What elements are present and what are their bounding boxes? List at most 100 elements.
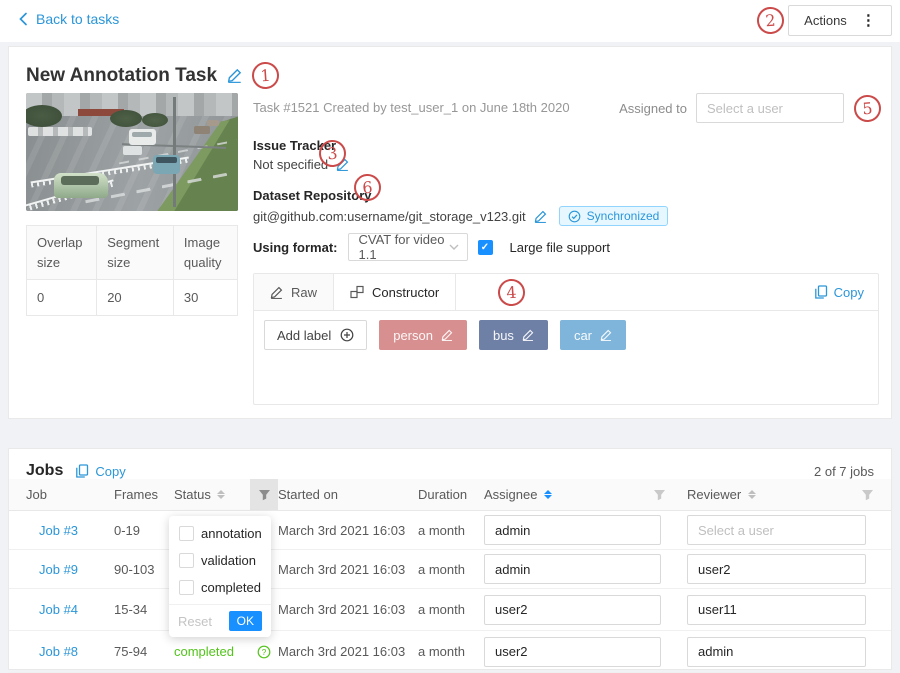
param-header-quality: Image quality <box>173 226 237 280</box>
edit-label-icon[interactable] <box>522 329 534 341</box>
status-filter-button[interactable] <box>250 479 278 510</box>
back-to-tasks-link[interactable]: Back to tasks <box>18 11 119 27</box>
assignee-input[interactable] <box>484 595 661 625</box>
col-assignee[interactable]: Assignee <box>484 487 679 502</box>
filter-option-completed[interactable]: completed <box>169 574 271 601</box>
status-completed: completed <box>174 644 234 659</box>
col-frames: Frames <box>114 487 174 502</box>
jobs-title: Jobs <box>26 462 63 480</box>
reviewer-input[interactable] <box>687 554 866 584</box>
filter-footer: Reset OK <box>169 604 271 637</box>
status-cell: completed <box>174 644 250 659</box>
dataset-repo-row: git@github.com:username/git_storage_v123… <box>253 206 668 226</box>
tab-raw[interactable]: Raw <box>254 274 334 310</box>
job-row-2: Job #9 90-103 March 3rd 2021 16:03 a mon… <box>9 550 891 589</box>
filter-option-annotation[interactable]: annotation <box>169 520 271 547</box>
col-duration: Duration <box>418 487 484 502</box>
pencil-icon <box>270 286 283 299</box>
status-info-icon[interactable]: ? <box>250 631 278 672</box>
task-preview-image <box>26 93 238 211</box>
filter-reset-button[interactable]: Reset <box>178 614 212 629</box>
col-reviewer[interactable]: Reviewer <box>687 487 891 502</box>
sync-status-badge: Synchronized <box>559 206 669 226</box>
reviewer-filter-icon[interactable] <box>861 489 874 501</box>
assignee-select-input[interactable] <box>696 93 844 123</box>
assigned-to-label: Assigned to <box>619 101 687 116</box>
add-label-button[interactable]: Add label <box>264 320 367 350</box>
add-label-text: Add label <box>277 328 331 343</box>
frames-cell: 0-19 <box>114 523 174 538</box>
tab-constructor[interactable]: Constructor <box>334 274 456 310</box>
param-value-overlap: 0 <box>27 280 97 316</box>
back-chevron-icon <box>18 12 28 26</box>
top-bar: Back to tasks 2 Actions ⋮ <box>0 0 900 42</box>
validation-checkbox[interactable] <box>179 553 194 568</box>
completed-checkbox[interactable] <box>179 580 194 595</box>
svg-text:?: ? <box>262 647 267 657</box>
status-text: completed <box>174 644 234 659</box>
job-link[interactable]: Job #8 <box>9 644 114 659</box>
label-chip-bus[interactable]: bus <box>479 320 548 350</box>
using-format-label: Using format: <box>253 240 338 255</box>
actions-label: Actions <box>804 13 847 28</box>
copy-icon <box>814 285 828 299</box>
job-row-1: Job #3 0-19 March 3rd 2021 16:03 a month <box>9 511 891 550</box>
param-header-segment: Segment size <box>97 226 174 280</box>
filter-option-validation[interactable]: validation <box>169 547 271 574</box>
started-cell: March 3rd 2021 16:03 <box>278 602 418 617</box>
labels-row: Add label person bus car <box>254 311 878 359</box>
assignee-sorter-icon[interactable] <box>544 490 552 499</box>
labels-editor: Raw Constructor 4 Copy Add label <box>253 273 879 405</box>
edit-label-icon[interactable] <box>441 329 453 341</box>
param-value-segment: 20 <box>97 280 174 316</box>
reviewer-input[interactable] <box>687 595 866 625</box>
completed-label: completed <box>201 580 261 595</box>
job-link[interactable]: Job #4 <box>9 602 114 617</box>
reviewer-input[interactable] <box>687 637 866 667</box>
annotation-checkbox[interactable] <box>179 526 194 541</box>
large-file-label: Large file support <box>510 240 610 255</box>
back-label: Back to tasks <box>36 11 119 27</box>
duration-cell: a month <box>418 644 484 659</box>
task-params-table: Overlap size Segment size Image quality … <box>26 225 238 316</box>
col-status[interactable]: Status <box>174 487 250 502</box>
label-person-name: person <box>393 328 433 343</box>
edit-repo-icon[interactable] <box>534 210 547 223</box>
status-sorter-icon[interactable] <box>217 490 225 499</box>
sync-status-text: Synchronized <box>587 209 660 223</box>
annotation-marker-5: 5 <box>853 94 882 123</box>
reviewer-input[interactable] <box>687 515 866 545</box>
edit-title-icon[interactable] <box>227 68 242 83</box>
blocks-icon <box>350 285 364 299</box>
actions-button[interactable]: Actions ⋮ <box>788 5 892 36</box>
job-link[interactable]: Job #9 <box>9 562 114 577</box>
job-link[interactable]: Job #3 <box>9 523 114 538</box>
tab-raw-label: Raw <box>291 285 317 300</box>
job-row-4: Job #8 75-94 completed ? March 3rd 2021 … <box>9 631 891 673</box>
copy-icon <box>75 464 89 478</box>
label-chip-person[interactable]: person <box>379 320 467 350</box>
format-select[interactable]: CVAT for video 1.1 <box>348 233 468 261</box>
large-file-checkbox[interactable]: ✓ <box>478 240 493 255</box>
col-job[interactable]: Job <box>9 487 114 502</box>
assignee-input[interactable] <box>484 637 661 667</box>
chevron-down-icon <box>449 244 459 251</box>
copy-jobs-label: Copy <box>95 464 125 479</box>
filter-ok-button[interactable]: OK <box>229 611 262 631</box>
col-assignee-label: Assignee <box>484 487 537 502</box>
copy-labels-button[interactable]: Copy <box>814 285 878 300</box>
assignee-filter-icon[interactable] <box>653 489 666 501</box>
assignee-input[interactable] <box>484 554 661 584</box>
jobs-header: Jobs Copy 2 of 7 jobs <box>26 462 874 480</box>
started-cell: March 3rd 2021 16:03 <box>278 523 418 538</box>
copy-jobs-button[interactable]: Copy <box>75 464 125 479</box>
annotation-marker-1: 1 <box>251 61 280 90</box>
assignee-input[interactable] <box>484 515 661 545</box>
frames-cell: 15-34 <box>114 602 174 617</box>
labels-tab-bar: Raw Constructor 4 Copy <box>254 274 878 311</box>
edit-label-icon[interactable] <box>600 329 612 341</box>
label-chip-car[interactable]: car <box>560 320 626 350</box>
task-title: New Annotation Task <box>26 65 217 87</box>
reviewer-sorter-icon[interactable] <box>748 490 756 499</box>
dataset-repo-url: git@github.com:username/git_storage_v123… <box>253 209 526 224</box>
